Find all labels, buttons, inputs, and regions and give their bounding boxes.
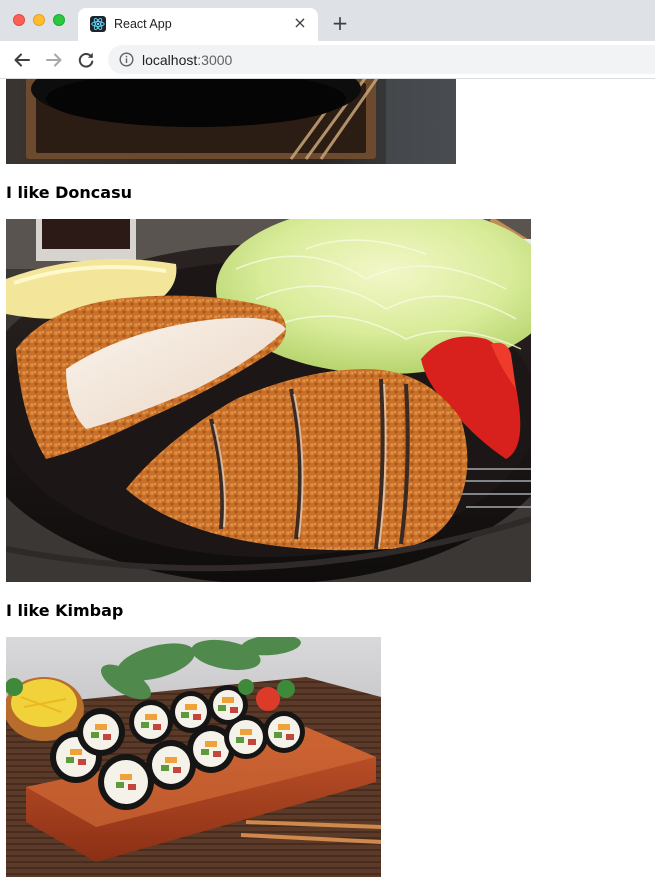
page-content: I like Doncasu I like Kimbap: [0, 79, 655, 885]
url-port: :3000: [197, 52, 233, 68]
browser-toolbar: localhost:3000: [0, 41, 655, 79]
close-window-button[interactable]: [13, 14, 25, 26]
reload-icon[interactable]: [75, 49, 97, 71]
react-logo-icon: [90, 16, 106, 32]
tab-react-app[interactable]: React App ×: [78, 8, 318, 41]
browser-window: React App × + localhost:3000 I like Donc…: [0, 0, 655, 885]
close-tab-icon[interactable]: ×: [292, 15, 308, 31]
url-host: localhost: [142, 52, 198, 68]
forward-arrow-icon[interactable]: [43, 49, 65, 71]
new-tab-icon[interactable]: +: [330, 13, 350, 33]
food-caption-doncasu: I like Doncasu: [6, 183, 132, 202]
tab-strip: React App × +: [0, 0, 655, 41]
url-text[interactable]: localhost:3000: [142, 52, 232, 68]
food-caption-kimbap: I like Kimbap: [6, 601, 124, 620]
back-arrow-icon[interactable]: [11, 49, 33, 71]
gukbap-image: [6, 79, 456, 164]
maximize-window-button[interactable]: [53, 14, 65, 26]
address-bar[interactable]: localhost:3000: [108, 45, 655, 74]
kimbap-image: [6, 637, 381, 877]
minimize-window-button[interactable]: [33, 14, 45, 26]
info-icon[interactable]: [119, 52, 134, 67]
tab-title: React App: [114, 17, 172, 31]
doncasu-image: [6, 219, 531, 582]
